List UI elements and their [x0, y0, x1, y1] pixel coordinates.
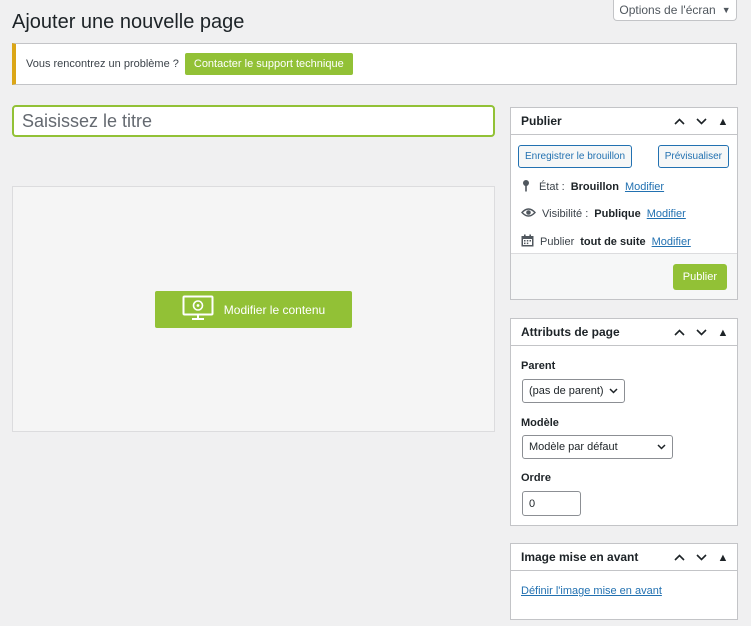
- parent-select[interactable]: (pas de parent): [522, 379, 625, 403]
- chevron-down-icon[interactable]: [695, 116, 707, 128]
- publish-box-title: Publier: [521, 114, 562, 128]
- toggle-arrow-icon[interactable]: ▲: [717, 116, 729, 128]
- toggle-arrow-icon[interactable]: ▲: [717, 552, 729, 564]
- schedule-value: tout de suite: [580, 236, 646, 248]
- editor-area: Modifier le contenu: [12, 186, 495, 432]
- preview-button[interactable]: Prévisualiser: [657, 145, 729, 168]
- publish-actions: Publier: [511, 253, 737, 299]
- template-select[interactable]: Modèle par défaut: [522, 435, 673, 459]
- calendar-icon: [521, 234, 534, 250]
- status-label: État :: [539, 181, 565, 193]
- publish-button[interactable]: Publier: [672, 264, 727, 290]
- caret-down-icon: ▼: [721, 5, 731, 15]
- featured-image-title: Image mise en avant: [521, 550, 639, 564]
- page-attributes-box: Attributs de page ▲ Parent (pas de paren…: [510, 318, 738, 526]
- chevron-up-icon[interactable]: [673, 116, 685, 128]
- monitor-icon: [182, 295, 214, 324]
- chevron-down-icon[interactable]: [695, 552, 707, 564]
- pin-icon: [521, 179, 533, 195]
- parent-label: Parent: [521, 360, 556, 372]
- select-chevron-icon: [657, 441, 666, 453]
- page-attributes-title: Attributs de page: [521, 325, 620, 339]
- visibility-row: Visibilité : Publique Modifier: [521, 207, 686, 221]
- schedule-row: Publier tout de suite Modifier: [521, 234, 691, 250]
- notice-text: Vous rencontrez un problème ?: [26, 58, 179, 70]
- edit-status-link[interactable]: Modifier: [625, 181, 664, 193]
- chevron-up-icon[interactable]: [673, 327, 685, 339]
- save-draft-button[interactable]: Enregistrer le brouillon: [518, 145, 633, 168]
- page-title: Ajouter une nouvelle page: [12, 11, 245, 33]
- order-input[interactable]: 0: [522, 491, 581, 516]
- page-attributes-header: Attributs de page ▲: [511, 319, 737, 346]
- template-label: Modèle: [521, 417, 559, 429]
- schedule-label: Publier: [540, 236, 575, 248]
- featured-image-header: Image mise en avant ▲: [511, 544, 737, 571]
- edit-schedule-link[interactable]: Modifier: [652, 236, 691, 248]
- toggle-arrow-icon[interactable]: ▲: [717, 327, 729, 339]
- featured-image-box: Image mise en avant ▲ Définir l'image mi…: [510, 543, 738, 620]
- support-notice: Vous rencontrez un problème ? Contacter …: [12, 43, 737, 85]
- order-label: Ordre: [521, 472, 551, 484]
- status-row: État : Brouillon Modifier: [521, 179, 664, 195]
- parent-select-value: (pas de parent): [529, 385, 604, 397]
- title-input[interactable]: [12, 105, 495, 137]
- chevron-up-icon[interactable]: [673, 552, 685, 564]
- select-chevron-icon: [609, 385, 618, 397]
- set-featured-image-link[interactable]: Définir l'image mise en avant: [521, 585, 662, 597]
- screen-options-label: Options de l'écran: [619, 3, 716, 17]
- edit-content-label: Modifier le contenu: [223, 302, 326, 317]
- screen-options-button[interactable]: Options de l'écran ▼: [613, 0, 737, 21]
- edit-content-button[interactable]: Modifier le contenu: [155, 291, 352, 328]
- visibility-value: Publique: [594, 208, 641, 220]
- publish-box: Publier ▲ Enregistrer le brouillon Prévi…: [510, 107, 738, 300]
- template-select-value: Modèle par défaut: [529, 441, 618, 453]
- eye-icon: [521, 207, 536, 221]
- chevron-down-icon[interactable]: [695, 327, 707, 339]
- visibility-label: Visibilité :: [542, 208, 589, 220]
- publish-box-header: Publier ▲: [511, 108, 737, 135]
- edit-visibility-link[interactable]: Modifier: [647, 208, 686, 220]
- status-value: Brouillon: [570, 181, 619, 193]
- contact-support-button[interactable]: Contacter le support technique: [184, 53, 353, 75]
